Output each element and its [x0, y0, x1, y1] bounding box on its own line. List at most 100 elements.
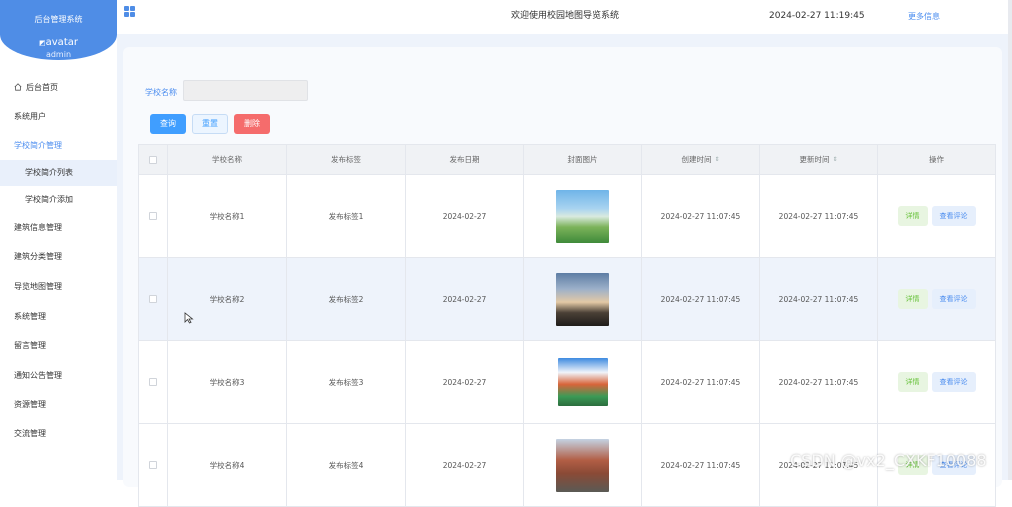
watermark: CSDN @vx2_CXKF10088	[790, 451, 987, 470]
date-cell: 2024-02-27	[405, 424, 523, 506]
broken-image-icon: ◩	[39, 39, 46, 47]
row-select-cell	[139, 175, 167, 257]
table-row: 学校名称2 发布标签2 2024-02-27 2024-02-27 11:07:…	[138, 258, 996, 341]
column-header-created[interactable]: 创建时间 ⇕	[641, 145, 759, 174]
sidebar-item-label: 后台首页	[26, 83, 58, 92]
top-bar: 欢迎使用校园地图导览系统 2024-02-27 11:19:45 更多信息	[117, 0, 1008, 34]
school-name-cell: 学校名称1	[167, 175, 286, 257]
sidebar-header: 后台管理系统 ◩avatar admin	[0, 0, 117, 60]
sidebar-item-building-info[interactable]: 建筑信息管理	[0, 215, 117, 241]
cover-cell	[523, 424, 641, 506]
school-name-cell: 学校名称3	[167, 341, 286, 423]
sidebar-item-label: 学校简介列表	[25, 168, 73, 177]
sidebar-item-exchange[interactable]: 交流管理	[0, 421, 117, 447]
sidebar-item-label: 资源管理	[14, 400, 46, 409]
column-header: 操作	[877, 145, 995, 174]
cover-cell	[523, 341, 641, 423]
tag-cell: 发布标签3	[286, 341, 405, 423]
row-select-cell	[139, 424, 167, 506]
column-header-updated[interactable]: 更新时间 ⇕	[759, 145, 877, 174]
row-select-cell	[139, 341, 167, 423]
tag-cell: 发布标签2	[286, 258, 405, 340]
table-header: 学校名称 发布标签 发布日期 封面图片 创建时间 ⇕ 更新时间 ⇕ 操作	[138, 144, 996, 175]
sidebar-item-label: 系统管理	[14, 312, 46, 321]
sidebar-item-notices[interactable]: 通知公告管理	[0, 363, 117, 389]
grid-icon[interactable]	[124, 6, 135, 17]
query-button[interactable]: 查询	[150, 114, 186, 134]
column-header: 学校名称	[167, 145, 286, 174]
date-cell: 2024-02-27	[405, 258, 523, 340]
tag-cell: 发布标签4	[286, 424, 405, 506]
sort-icon[interactable]: ⇕	[832, 156, 837, 163]
table-row: 学校名称3 发布标签3 2024-02-27 2024-02-27 11:07:…	[138, 341, 996, 424]
view-comments-button[interactable]: 查看评论	[931, 206, 976, 226]
detail-button[interactable]: 详情	[897, 372, 928, 392]
cover-cell	[523, 258, 641, 340]
row-checkbox[interactable]	[149, 378, 157, 386]
sidebar-item-school-intro[interactable]: 学校简介管理	[0, 133, 117, 159]
more-info-link[interactable]: 更多信息	[908, 11, 940, 22]
main-area: 学校名称 查询 重置 删除 学校名称 发布标签 发布日期 封面图片 创建时间 ⇕ …	[117, 34, 1008, 507]
sidebar-item-label: 通知公告管理	[14, 371, 62, 380]
row-checkbox[interactable]	[149, 212, 157, 220]
sidebar-item-resources[interactable]: 资源管理	[0, 392, 117, 418]
cover-image[interactable]	[556, 189, 609, 243]
created-cell: 2024-02-27 11:07:45	[641, 175, 759, 257]
column-header-label: 创建时间	[681, 155, 712, 164]
column-header-label: 更新时间	[799, 155, 830, 164]
view-comments-button[interactable]: 查看评论	[931, 372, 976, 392]
sidebar-item-label: 建筑分类管理	[14, 252, 62, 261]
sidebar-item-school-intro-list[interactable]: 学校简介列表	[0, 160, 117, 186]
content-card: 学校名称 查询 重置 删除 学校名称 发布标签 发布日期 封面图片 创建时间 ⇕ …	[123, 47, 1002, 507]
detail-button[interactable]: 详情	[897, 289, 928, 309]
sidebar-item-label: 留言管理	[14, 341, 46, 350]
sidebar-item-label: 系统用户	[14, 112, 46, 121]
sidebar-item-home[interactable]: 后台首页	[0, 75, 117, 101]
page-title: 欢迎使用校园地图导览系统	[511, 11, 620, 21]
school-name-input[interactable]	[183, 80, 308, 101]
column-header: 封面图片	[523, 145, 641, 174]
school-name-cell: 学校名称2	[167, 258, 286, 340]
detail-button[interactable]: 详情	[897, 206, 928, 226]
school-name-cell: 学校名称4	[167, 424, 286, 506]
sidebar-item-building-category[interactable]: 建筑分类管理	[0, 244, 117, 270]
column-header: 发布标签	[286, 145, 405, 174]
actions-cell: 详情 查看评论	[877, 341, 995, 423]
cover-image[interactable]	[556, 438, 609, 492]
window-edge	[1008, 0, 1012, 480]
home-icon	[14, 83, 22, 91]
sort-icon[interactable]: ⇕	[714, 156, 719, 163]
date-cell: 2024-02-27	[405, 175, 523, 257]
created-cell: 2024-02-27 11:07:45	[641, 424, 759, 506]
sidebar: 后台管理系统 ◩avatar admin 后台首页 系统用户 学校简介管理 学校…	[0, 0, 117, 480]
sidebar-item-guide-map[interactable]: 导览地图管理	[0, 274, 117, 300]
delete-button[interactable]: 删除	[234, 114, 270, 134]
actions-cell: 详情 查看评论	[877, 175, 995, 257]
created-cell: 2024-02-27 11:07:45	[641, 258, 759, 340]
sidebar-item-system-users[interactable]: 系统用户	[0, 104, 117, 130]
sidebar-item-label: 学校简介添加	[25, 195, 73, 204]
cover-image[interactable]	[556, 272, 609, 326]
mouse-cursor-icon	[184, 312, 194, 324]
sidebar-item-label: 导览地图管理	[14, 282, 62, 291]
sidebar-item-system[interactable]: 系统管理	[0, 304, 117, 330]
sidebar-item-messages[interactable]: 留言管理	[0, 333, 117, 359]
reset-button[interactable]: 重置	[192, 114, 228, 134]
column-header: 发布日期	[405, 145, 523, 174]
avatar[interactable]: ◩avatar	[0, 37, 117, 48]
row-select-cell	[139, 258, 167, 340]
search-label: 学校名称	[145, 88, 177, 97]
sidebar-item-label: 学校简介管理	[14, 141, 62, 150]
cover-image[interactable]	[557, 358, 608, 406]
select-all-checkbox[interactable]	[149, 155, 157, 164]
view-comments-button[interactable]: 查看评论	[931, 289, 976, 309]
row-checkbox[interactable]	[149, 461, 157, 469]
sidebar-item-school-intro-add[interactable]: 学校简介添加	[0, 187, 117, 213]
sidebar-item-label: 建筑信息管理	[14, 223, 62, 232]
date-cell: 2024-02-27	[405, 341, 523, 423]
created-cell: 2024-02-27 11:07:45	[641, 341, 759, 423]
datetime: 2024-02-27 11:19:45	[769, 11, 865, 21]
table-row: 学校名称1 发布标签1 2024-02-27 2024-02-27 11:07:…	[138, 175, 996, 258]
row-checkbox[interactable]	[149, 295, 157, 303]
username: admin	[45, 50, 72, 59]
